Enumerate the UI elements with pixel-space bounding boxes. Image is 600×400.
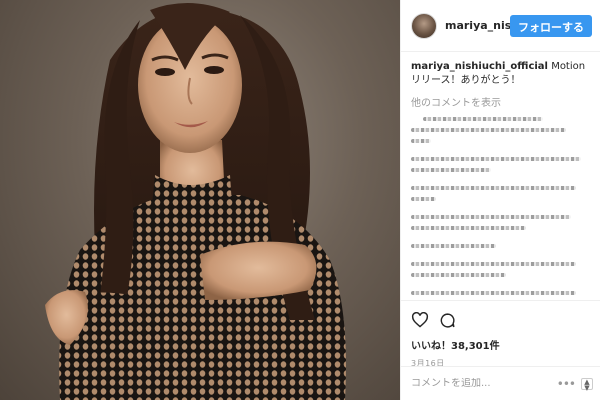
scroll-stepper[interactable]: ▲ ▼ (581, 377, 593, 391)
blurred-comment-line (411, 197, 436, 201)
post-photo[interactable] (0, 0, 400, 400)
blurred-comment-line (411, 128, 566, 132)
comments-section: mariya_nishiuchi_official Motion リリース！あり… (401, 52, 600, 300)
blurred-comment-line (411, 244, 496, 248)
blurred-comment-line (411, 215, 571, 219)
post-side-panel: mariya_nishiuchi_official フォローする mariya_… (400, 0, 600, 400)
blurred-comment-line (423, 117, 543, 121)
avatar[interactable] (411, 12, 437, 39)
caption-username[interactable]: mariya_nishiuchi_official (411, 61, 548, 72)
comment-input[interactable] (411, 378, 551, 389)
username-link[interactable]: mariya_nishiuchi_official (445, 19, 510, 32)
blurred-comment-line (411, 226, 526, 230)
blurred-comment-line (411, 186, 576, 190)
add-comment-bar: ••• ▲▼ (401, 366, 600, 400)
blurred-comment-line (411, 157, 581, 161)
follow-button[interactable]: フォローする (510, 14, 592, 37)
portrait-image (45, 2, 347, 400)
action-icons (411, 309, 593, 331)
comment-bubble-icon[interactable] (439, 312, 456, 329)
more-options-icon[interactable]: ••• (557, 377, 576, 391)
likes-count[interactable]: いいね！38,301件 (411, 337, 593, 352)
blurred-comment-line (411, 273, 506, 277)
blurred-comment-line (411, 168, 491, 172)
caption: mariya_nishiuchi_official Motion リリース！あり… (411, 60, 592, 88)
post-header: mariya_nishiuchi_official フォローする (401, 0, 600, 52)
heart-icon[interactable] (411, 312, 429, 328)
blurred-comments (411, 117, 592, 300)
load-more-comments-link[interactable]: 他のコメントを表示 (411, 94, 592, 109)
blurred-comment-line (411, 262, 576, 266)
blurred-comment-line (411, 291, 576, 295)
post-actions: いいね！38,301件 3月16日 (401, 300, 600, 369)
blurred-comment-line (411, 139, 431, 143)
